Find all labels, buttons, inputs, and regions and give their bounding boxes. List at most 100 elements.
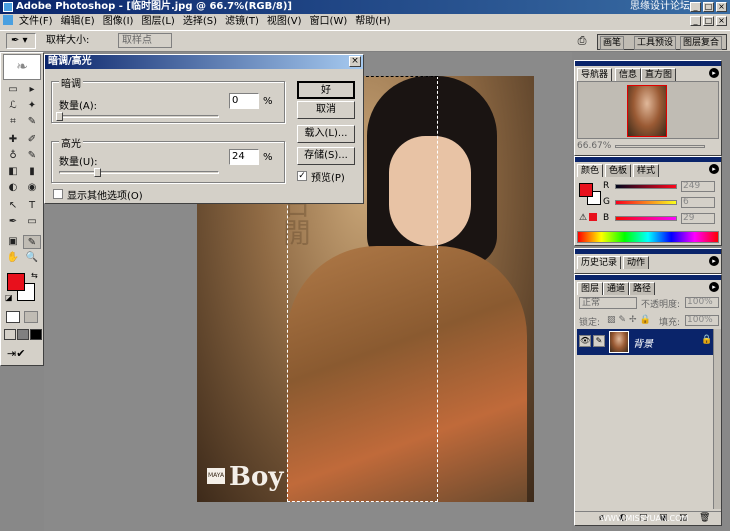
shadows-amount-slider[interactable]: [59, 115, 219, 118]
color-panel-foreground-swatch[interactable]: [579, 183, 593, 197]
type-tool-icon[interactable]: T: [23, 199, 41, 213]
navigator-panel-grip[interactable]: [575, 61, 721, 66]
menu-view[interactable]: 视图(V): [263, 14, 306, 30]
ok-button[interactable]: 好: [297, 81, 355, 99]
panel-menu-icon[interactable]: ▸: [709, 282, 719, 292]
tab-paths[interactable]: 路径: [629, 282, 656, 295]
history-panel-grip[interactable]: [575, 249, 721, 254]
eraser-tool-icon[interactable]: ◧: [4, 165, 22, 179]
maximize-button[interactable]: □: [703, 2, 714, 12]
eyedropper-tool-icon[interactable]: ✎: [23, 235, 41, 249]
gradient-tool-icon[interactable]: ▮: [23, 165, 41, 179]
menu-select[interactable]: 选择(S): [179, 14, 221, 30]
channel-g-slider[interactable]: [615, 200, 677, 205]
highlights-amount-input[interactable]: 24: [229, 149, 259, 165]
feather-logo-icon[interactable]: ❧: [3, 54, 41, 80]
channel-r-slider[interactable]: [615, 184, 677, 189]
shadows-slider-thumb[interactable]: [56, 112, 63, 121]
minimize-button[interactable]: _: [690, 2, 701, 12]
blur-tool-icon[interactable]: ◐: [4, 181, 22, 195]
move-tool-icon[interactable]: ▸: [23, 83, 41, 97]
menu-layer[interactable]: 图层(L): [137, 14, 178, 30]
fill-value[interactable]: 100%: [685, 315, 719, 326]
layer-name[interactable]: 背景: [633, 335, 653, 350]
save-button[interactable]: 存储(S)...: [297, 147, 355, 165]
screen-mode-full-icon[interactable]: [30, 329, 42, 340]
hand-tool-icon[interactable]: ✋: [4, 251, 22, 265]
gamut-color-chip[interactable]: [589, 213, 597, 221]
jump-to-imageready-icon[interactable]: ⇥✔: [7, 347, 25, 360]
layer-row-background[interactable]: 👁 ✎ 背景 🔒: [577, 329, 713, 355]
layers-panel-grip[interactable]: [575, 275, 721, 280]
layer-visibility-eye-icon[interactable]: 👁: [579, 335, 591, 347]
menu-help[interactable]: 帮助(H): [351, 14, 394, 30]
path-selection-tool-icon[interactable]: ↖: [4, 199, 22, 213]
default-colors-icon[interactable]: ◪: [5, 293, 13, 302]
panel-menu-icon[interactable]: ▸: [709, 164, 719, 174]
foreground-color-swatch[interactable]: [7, 273, 25, 291]
menu-image[interactable]: 图像(I): [99, 14, 138, 30]
color-panel-grip[interactable]: [575, 157, 721, 162]
tab-navigator[interactable]: 导航器: [577, 68, 613, 81]
preview-checkbox[interactable]: ✓: [297, 171, 307, 181]
healing-brush-tool-icon[interactable]: ✚: [4, 133, 22, 147]
history-brush-tool-icon[interactable]: ✎: [23, 149, 41, 163]
tab-history[interactable]: 历史记录: [577, 256, 622, 269]
tab-styles[interactable]: 样式: [633, 164, 660, 177]
palette-well-brushes[interactable]: 画笔: [600, 36, 625, 50]
tab-color[interactable]: 颜色: [577, 164, 604, 177]
dodge-tool-icon[interactable]: ◉: [23, 181, 41, 195]
notes-tool-icon[interactable]: ▣: [4, 235, 22, 249]
tab-actions[interactable]: 动作: [623, 256, 650, 269]
lasso-tool-icon[interactable]: ℒ: [4, 99, 22, 113]
navigator-zoom-slider[interactable]: [615, 145, 705, 148]
screen-mode-menu-icon[interactable]: [17, 329, 29, 340]
gamut-warning-icon[interactable]: ⚠: [579, 213, 587, 223]
swap-colors-icon[interactable]: ⇆: [31, 271, 38, 280]
channel-b-slider[interactable]: [615, 216, 677, 221]
lock-icons[interactable]: ▨✎✢🔒: [607, 315, 654, 325]
layer-thumbnail[interactable]: [609, 331, 629, 353]
tab-channels[interactable]: 通道: [603, 282, 630, 295]
blend-mode-select[interactable]: 正常: [579, 297, 637, 309]
menu-file[interactable]: 文件(F): [15, 14, 57, 30]
navigator-thumbnail[interactable]: [627, 85, 667, 137]
menu-filter[interactable]: 滤镜(T): [221, 14, 263, 30]
doc-restore-button[interactable]: □: [703, 16, 714, 26]
close-window-button[interactable]: ×: [716, 2, 727, 12]
tab-layers[interactable]: 图层: [577, 282, 604, 295]
palette-well-tool-presets[interactable]: 工具预设: [634, 36, 677, 50]
eyedropper-preset-picker[interactable]: ✒ ▾: [6, 33, 36, 49]
quick-mask-mode-icon[interactable]: [24, 311, 38, 323]
pen-tool-icon[interactable]: ✒: [4, 215, 22, 229]
highlights-amount-slider[interactable]: [59, 171, 219, 174]
doc-close-button[interactable]: ×: [716, 16, 727, 26]
cancel-button[interactable]: 取消: [297, 101, 355, 119]
printer-icon[interactable]: ⎙: [574, 33, 590, 49]
slice-tool-icon[interactable]: ✎: [23, 115, 41, 129]
marquee-tool-icon[interactable]: ▭: [4, 83, 22, 97]
tab-histogram[interactable]: 直方图: [641, 68, 677, 81]
channel-b-value[interactable]: 29: [681, 213, 715, 224]
highlights-slider-thumb[interactable]: [94, 168, 102, 177]
navigator-zoom[interactable]: 66.67%: [577, 141, 611, 151]
shape-tool-icon[interactable]: ▭: [23, 215, 41, 229]
screen-mode-standard-icon[interactable]: [4, 329, 16, 340]
magic-wand-tool-icon[interactable]: ✦: [23, 99, 41, 113]
tab-info[interactable]: 信息: [615, 68, 642, 81]
opacity-value[interactable]: 100%: [685, 297, 719, 308]
load-button[interactable]: 载入(L)...: [297, 125, 355, 143]
channel-g-value[interactable]: 6: [681, 197, 715, 208]
doc-minimize-button[interactable]: _: [690, 16, 701, 26]
menu-edit[interactable]: 编辑(E): [57, 14, 99, 30]
color-ramp[interactable]: [577, 231, 719, 243]
panel-menu-icon[interactable]: ▸: [709, 68, 719, 78]
channel-r-value[interactable]: 249: [681, 181, 715, 192]
zoom-tool-icon[interactable]: 🔍: [23, 251, 41, 265]
show-more-options-checkbox[interactable]: [53, 189, 63, 199]
palette-well-layer-comps[interactable]: 图层复合: [680, 36, 723, 50]
trash-icon[interactable]: 🗑: [699, 513, 710, 523]
brush-tool-icon[interactable]: ✐: [23, 133, 41, 147]
shadows-amount-input[interactable]: 0: [229, 93, 259, 109]
panel-menu-icon[interactable]: ▸: [709, 256, 719, 266]
